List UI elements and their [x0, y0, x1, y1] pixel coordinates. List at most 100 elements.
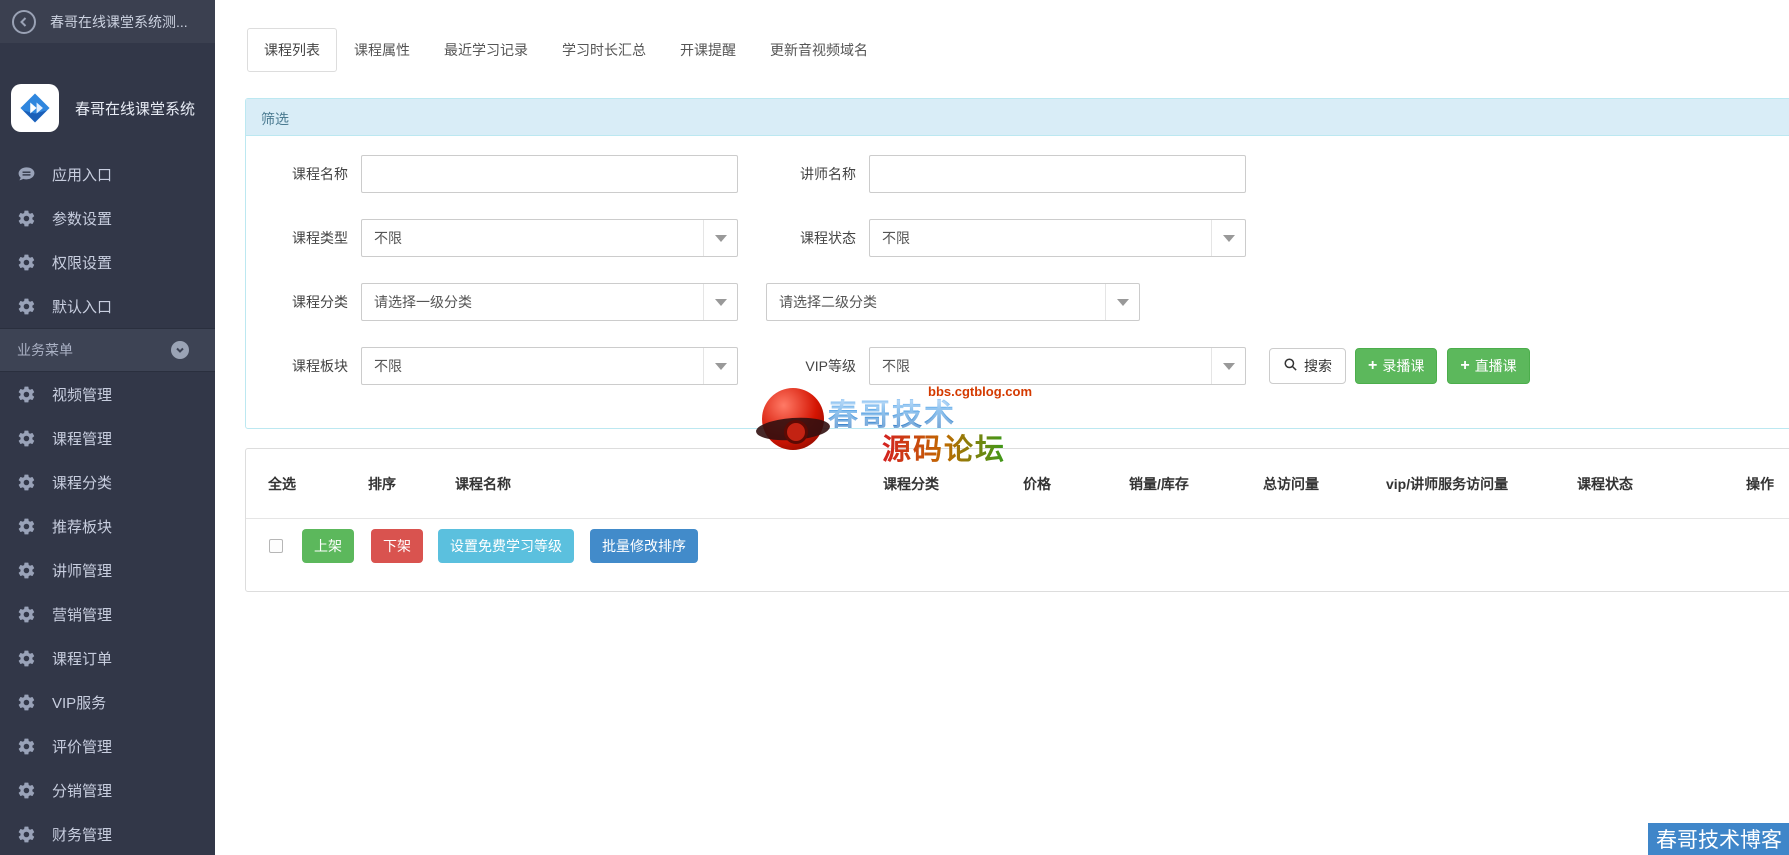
- search-icon: [1283, 357, 1304, 375]
- filter-row-4: 课程板块 不限 VIP等级 不限 搜索 + 录播课 + 直播课: [246, 347, 1789, 385]
- col-course-status: 课程状态: [1577, 475, 1633, 492]
- sidebar-item-label: 参数设置: [52, 210, 113, 228]
- course-module-label: 课程板块: [292, 358, 348, 374]
- sidebar-item-recommend-module[interactable]: 推荐板块: [0, 504, 215, 548]
- unpublish-button[interactable]: 下架: [371, 529, 423, 563]
- bulk-actions-row: 上架 下架 设置免费学习等级 批量修改排序: [246, 519, 1789, 591]
- gear-icon: [16, 604, 36, 624]
- gear-icon: [16, 780, 36, 800]
- sidebar-item-default-entry[interactable]: 默认入口: [0, 284, 215, 328]
- sidebar-item-teacher-mgmt[interactable]: 讲师管理: [0, 548, 215, 592]
- batch-edit-sort-button[interactable]: 批量修改排序: [590, 529, 698, 563]
- tab-class-reminder[interactable]: 开课提醒: [663, 28, 753, 72]
- sidebar-item-label: 课程管理: [52, 430, 113, 448]
- comment-icon: [16, 164, 36, 184]
- tab-recent-study-records[interactable]: 最近学习记录: [427, 28, 545, 72]
- filter-row-2: 课程类型 不限 课程状态 不限: [246, 219, 1789, 257]
- teacher-name-label: 讲师名称: [800, 166, 856, 182]
- sidebar-item-video-mgmt[interactable]: 视频管理: [0, 372, 215, 416]
- set-free-study-level-button[interactable]: 设置免费学习等级: [438, 529, 574, 563]
- tab-study-time-summary[interactable]: 学习时长汇总: [545, 28, 663, 72]
- category-level1-select[interactable]: 请选择一级分类: [361, 283, 738, 321]
- course-module-select[interactable]: 不限: [361, 347, 738, 385]
- col-total-visits: 总访问量: [1263, 475, 1319, 492]
- chevron-down-circle-icon: [171, 341, 189, 359]
- sidebar-topbar: 春哥在线课堂系统测...: [0, 0, 215, 43]
- sidebar-item-permissions[interactable]: 权限设置: [0, 240, 215, 284]
- category-level2-select[interactable]: 请选择二级分类: [766, 283, 1140, 321]
- course-type-select[interactable]: 不限: [361, 219, 738, 257]
- sidebar-item-course-mgmt[interactable]: 课程管理: [0, 416, 215, 460]
- sidebar-item-vip-service[interactable]: VIP服务: [0, 680, 215, 724]
- sidebar-item-label: 视频管理: [52, 386, 113, 404]
- col-course-name: 课程名称: [455, 475, 511, 492]
- sidebar-item-label: 营销管理: [52, 606, 113, 624]
- gear-icon: [16, 560, 36, 580]
- plus-icon: +: [1460, 357, 1470, 374]
- plus-icon: +: [1368, 357, 1378, 374]
- sidebar-item-label: 分销管理: [52, 782, 113, 800]
- sidebar-item-course-category[interactable]: 课程分类: [0, 460, 215, 504]
- sidebar-item-label: VIP服务: [52, 694, 107, 712]
- app-title: 春哥在线课堂系统: [75, 100, 196, 118]
- tab-course-attrs[interactable]: 课程属性: [337, 28, 427, 72]
- sidebar-section-business-menu[interactable]: 业务菜单: [0, 328, 215, 372]
- sidebar-item-label: 课程分类: [52, 474, 113, 492]
- sidebar-item-label: 财务管理: [52, 826, 113, 844]
- vip-level-label: VIP等级: [805, 358, 856, 374]
- col-price: 价格: [1023, 475, 1051, 492]
- search-button[interactable]: 搜索: [1269, 348, 1346, 384]
- add-recorded-course-button[interactable]: + 录播课: [1355, 348, 1438, 384]
- sidebar-item-course-orders[interactable]: 课程订单: [0, 636, 215, 680]
- course-status-select[interactable]: 不限: [869, 219, 1246, 257]
- filter-panel: 筛选 课程名称 讲师名称 课程类型 不限 课程状态 不限 课程分类 请选择一级分…: [245, 98, 1789, 429]
- sidebar-item-label: 默认入口: [52, 298, 113, 316]
- sidebar-item-distribution-mgmt[interactable]: 分销管理: [0, 768, 215, 812]
- col-select-all: 全选: [268, 475, 296, 492]
- course-name-input[interactable]: [361, 155, 738, 193]
- vip-level-select[interactable]: 不限: [869, 347, 1246, 385]
- sidebar-item-review-mgmt[interactable]: 评价管理: [0, 724, 215, 768]
- gear-icon: [16, 252, 36, 272]
- sidebar-item-label: 应用入口: [52, 166, 113, 184]
- sidebar-item-marketing-mgmt[interactable]: 营销管理: [0, 592, 215, 636]
- sidebar-item-label: 课程订单: [52, 650, 113, 668]
- chevron-down-icon: [1211, 348, 1245, 384]
- sidebar-item-label: 评价管理: [52, 738, 113, 756]
- publish-button[interactable]: 上架: [302, 529, 354, 563]
- sidebar-item-finance-mgmt[interactable]: 财务管理: [0, 812, 215, 855]
- chevron-down-icon: [1211, 220, 1245, 256]
- tab-update-media-domain[interactable]: 更新音视频域名: [753, 28, 885, 72]
- add-live-course-button[interactable]: + 直播课: [1447, 348, 1530, 384]
- course-status-label: 课程状态: [800, 230, 856, 246]
- gear-icon: [16, 516, 36, 536]
- tab-course-list[interactable]: 课程列表: [247, 28, 337, 72]
- sidebar-item-label: 权限设置: [52, 254, 113, 272]
- course-type-label: 课程类型: [292, 230, 348, 246]
- chevron-left-icon: [18, 16, 30, 28]
- sidebar: 春哥在线课堂系统测... 春哥在线课堂系统 应用入口 参数设置 权限设置 默认入…: [0, 0, 215, 855]
- gear-icon: [16, 472, 36, 492]
- sidebar-item-label: 讲师管理: [52, 562, 113, 580]
- select-all-checkbox[interactable]: [269, 539, 283, 553]
- gear-icon: [16, 648, 36, 668]
- filter-row-3: 课程分类 请选择一级分类 请选择二级分类: [246, 283, 1789, 321]
- corner-watermark-badge: 春哥技术博客: [1648, 823, 1789, 855]
- col-vip-teacher-visits: vip/讲师服务访问量: [1386, 475, 1509, 492]
- table-header-row: 全选 排序 课程名称 课程分类 价格 销量/库存 总访问量 vip/讲师服务访问…: [246, 449, 1789, 519]
- logo-row: 春哥在线课堂系统: [0, 84, 215, 132]
- teacher-name-input[interactable]: [869, 155, 1246, 193]
- chevron-down-icon: [703, 284, 737, 320]
- col-actions: 操作: [1746, 475, 1774, 492]
- back-button[interactable]: [12, 9, 36, 34]
- tab-bar: 课程列表 课程属性 最近学习记录 学习时长汇总 开课提醒 更新音视频域名: [247, 28, 1789, 72]
- window-title: 春哥在线课堂系统测...: [50, 13, 188, 30]
- gear-icon: [16, 824, 36, 844]
- col-course-category: 课程分类: [883, 475, 939, 492]
- sidebar-item-label: 推荐板块: [52, 518, 113, 536]
- course-category-label: 课程分类: [292, 294, 348, 310]
- sidebar-item-app-entry[interactable]: 应用入口: [0, 152, 215, 196]
- gear-icon: [16, 384, 36, 404]
- gear-icon: [16, 428, 36, 448]
- sidebar-item-params[interactable]: 参数设置: [0, 196, 215, 240]
